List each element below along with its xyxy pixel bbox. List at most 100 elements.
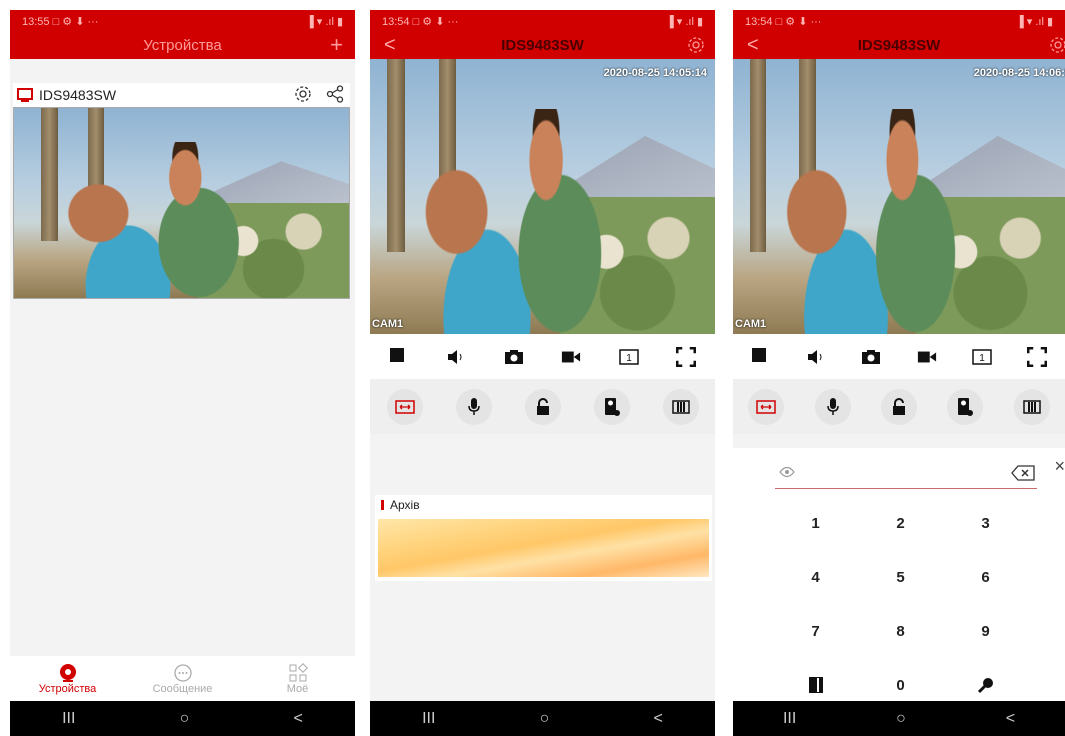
key-6[interactable]: 6	[943, 550, 1028, 604]
settings-gear-icon[interactable]	[687, 36, 705, 54]
nav-tab-messages[interactable]: Сообщение	[125, 656, 240, 701]
plus-icon[interactable]: +	[330, 32, 343, 58]
status-right-icons: ▐ ▾ .ıl ▮	[1015, 15, 1053, 28]
device-card[interactable]: IDS9483SW	[13, 83, 350, 299]
status-bar: 13:55 □ ⚙ ⬇ ··· ▐ ▾ .ıl ▮	[10, 10, 355, 32]
pin-input[interactable]	[775, 460, 1037, 489]
system-nav-bar: III ○ <	[733, 701, 1065, 736]
action-buttons	[733, 379, 1065, 434]
key-9[interactable]: 9	[943, 604, 1028, 658]
live-video[interactable]: 2020-08-25 14:06:5 CAM1	[733, 59, 1065, 334]
nav-label-mine: Моё	[286, 682, 309, 695]
device-name: IDS9483SW	[39, 87, 117, 103]
key-5[interactable]: 5	[858, 550, 943, 604]
key-3[interactable]: 3	[943, 496, 1028, 550]
eye-icon[interactable]	[779, 466, 795, 478]
phone-live-view-screen: 13:54 □ ⚙ ⬇ ··· ▐ ▾ .ıl ▮ < IDS9483SW 20…	[370, 10, 715, 736]
video-timestamp: 2020-08-25 14:05:14	[603, 67, 707, 79]
fullscreen-icon[interactable]	[676, 346, 697, 367]
intercom-icon	[958, 397, 974, 416]
back-button[interactable]: <	[294, 710, 303, 728]
key-4[interactable]: 4	[773, 550, 858, 604]
system-nav-bar: III ○ <	[370, 701, 715, 736]
aspect-button[interactable]	[748, 388, 785, 425]
recent-apps-button[interactable]: III	[783, 710, 796, 728]
mic-icon	[826, 397, 839, 415]
home-button[interactable]: ○	[180, 710, 190, 728]
key-8[interactable]: 8	[858, 604, 943, 658]
archive-card[interactable]: Архів	[375, 495, 712, 581]
key-icon	[977, 678, 993, 694]
recent-apps-button[interactable]: III	[62, 710, 75, 728]
close-icon[interactable]: ×	[1054, 456, 1065, 477]
device-icon	[59, 663, 76, 682]
record-icon[interactable]	[561, 347, 581, 367]
app-header: < IDS9483SW	[370, 32, 715, 59]
volume-icon[interactable]	[806, 347, 826, 367]
key-2[interactable]: 2	[858, 496, 943, 550]
grid-icon	[289, 662, 308, 681]
intercom-button[interactable]	[593, 388, 630, 425]
unlock-icon	[536, 397, 549, 415]
archive-header: Архів	[375, 495, 712, 515]
status-icons: □ ⚙ ⬇ ···	[412, 15, 459, 28]
status-time: 13:54	[382, 15, 410, 28]
snapshot-icon[interactable]	[861, 347, 881, 367]
unlock-button[interactable]	[524, 388, 561, 425]
stop-icon[interactable]	[751, 347, 771, 367]
archive-banner[interactable]	[378, 519, 709, 577]
settings-gear-icon[interactable]	[294, 85, 312, 103]
stop-icon[interactable]	[389, 347, 409, 367]
page-title: Устройства	[143, 37, 222, 54]
nav-tab-mine[interactable]: Моё	[240, 656, 355, 701]
mic-icon	[467, 397, 480, 415]
key-7[interactable]: 7	[773, 604, 858, 658]
record-icon[interactable]	[917, 347, 937, 367]
more-button[interactable]	[1013, 388, 1050, 425]
phone-unlock-keypad-screen: 13:54 □ ⚙ ⬇ ··· ▐ ▾ .ıl ▮ < IDS9483SW 20…	[733, 10, 1065, 736]
more-button[interactable]	[662, 388, 699, 425]
mic-button[interactable]	[814, 388, 851, 425]
aspect-button[interactable]	[386, 388, 423, 425]
nav-label-devices: Устройства	[38, 682, 97, 695]
intercom-icon	[604, 397, 620, 416]
camera-preview[interactable]	[13, 107, 350, 299]
home-button[interactable]: ○	[896, 710, 906, 728]
action-buttons	[370, 379, 715, 434]
settings-gear-icon[interactable]	[1049, 36, 1065, 54]
svg-text:1: 1	[626, 353, 632, 364]
backspace-icon[interactable]	[1011, 465, 1035, 481]
status-bar: 13:54 □ ⚙ ⬇ ··· ▐ ▾ .ıl ▮	[733, 10, 1065, 32]
unlock-button[interactable]	[880, 388, 917, 425]
live-video[interactable]: 2020-08-25 14:05:14 CAM1	[370, 59, 715, 334]
status-icons: □ ⚙ ⬇ ···	[52, 15, 99, 28]
device-card-header: IDS9483SW	[13, 83, 350, 107]
nav-tab-devices[interactable]: Устройства	[10, 656, 125, 701]
channel-icon[interactable]: 1	[972, 347, 992, 367]
app-header: < IDS9483SW	[733, 32, 1065, 59]
volume-icon[interactable]	[446, 347, 466, 367]
back-arrow-icon[interactable]: <	[384, 34, 396, 57]
share-icon[interactable]	[326, 85, 344, 103]
fullscreen-icon[interactable]	[1027, 346, 1048, 367]
aspect-icon	[394, 399, 415, 414]
recent-apps-button[interactable]: III	[422, 710, 435, 728]
key-1[interactable]: 1	[773, 496, 858, 550]
archive-label: Архів	[390, 498, 420, 512]
page-title: IDS9483SW	[857, 37, 941, 54]
playback-controls: 1	[733, 334, 1065, 379]
mic-button[interactable]	[455, 388, 492, 425]
svg-text:1: 1	[979, 353, 985, 364]
status-right-icons: ▐ ▾ .ıl ▮	[665, 15, 703, 28]
snapshot-icon[interactable]	[504, 347, 524, 367]
back-button[interactable]: <	[654, 710, 663, 728]
more-icon	[1023, 399, 1041, 414]
home-button[interactable]: ○	[540, 710, 550, 728]
intercom-button[interactable]	[947, 388, 984, 425]
devices-list: IDS9483SW	[10, 59, 355, 656]
back-arrow-icon[interactable]: <	[747, 34, 759, 57]
back-button[interactable]: <	[1006, 710, 1015, 728]
nav-label-messages: Сообщение	[152, 682, 213, 695]
channel-icon[interactable]: 1	[619, 347, 639, 367]
status-icons: □ ⚙ ⬇ ···	[775, 15, 822, 28]
